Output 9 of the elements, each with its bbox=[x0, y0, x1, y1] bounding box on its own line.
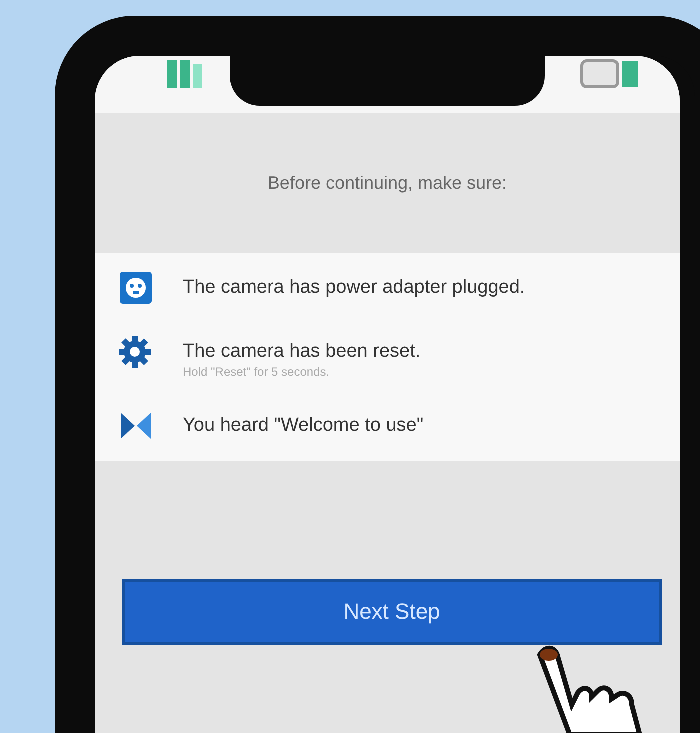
checklist-hint: Hold "Reset" for 5 seconds. bbox=[183, 365, 331, 379]
checklist-text: The camera has been reset. bbox=[183, 341, 421, 363]
battery-icon bbox=[580, 58, 640, 90]
next-step-button[interactable]: Next Step bbox=[122, 579, 662, 645]
header-title: Before continuing, make sure: bbox=[268, 172, 508, 194]
checklist-text: You heard "Welcome to use" bbox=[183, 415, 424, 437]
gear-icon bbox=[119, 335, 153, 369]
signal-icon bbox=[165, 58, 205, 90]
checklist-text: The camera has power adapter plugged. bbox=[183, 277, 526, 299]
